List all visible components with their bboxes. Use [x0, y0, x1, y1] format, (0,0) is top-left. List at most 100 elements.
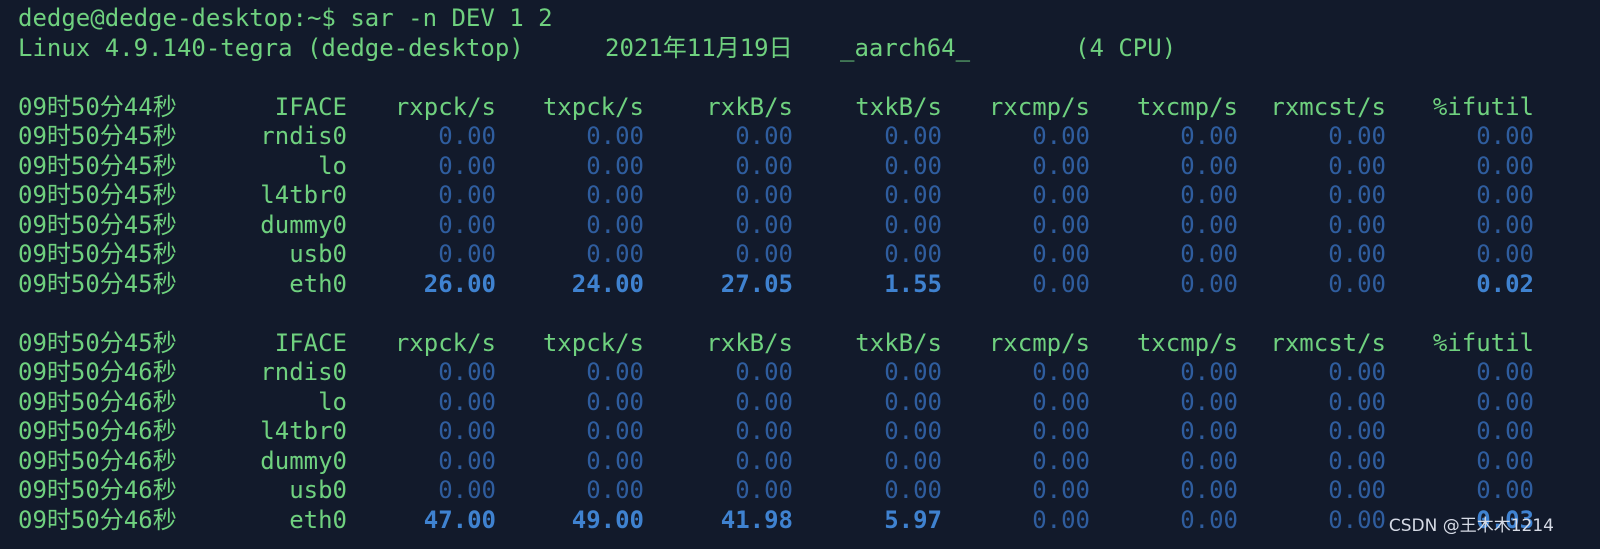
table-row: 09时50分45秒 dummy0 0.00 0.00 0.00 0.00 0.00 0.00 0… [18, 211, 1588, 241]
table-row: 09时50分46秒 dummy0 0.00 0.00 0.00 0.00 0.00 0.00 0… [18, 447, 1588, 477]
row-timestamp: 09时50分46秒 [18, 476, 177, 504]
metric-value: 0.00 [586, 417, 644, 445]
metric-value: 0.00 [1180, 240, 1238, 268]
metric-value: 0.00 [1328, 446, 1386, 475]
metric-value: 0.00 [1328, 151, 1386, 180]
metric-value: 0.00 [1328, 210, 1386, 239]
row-timestamp: 09时50分45秒 [18, 240, 177, 268]
metric-value: 0.00 [1032, 181, 1090, 209]
header-timestamp: 09时50分45秒 [18, 328, 177, 357]
date-info: 2021年11月19日 [605, 33, 793, 62]
metric-value: 0.00 [438, 446, 496, 475]
metric-value: 0.00 [586, 181, 644, 209]
metric-value: 0.00 [586, 446, 644, 475]
column-header: rxpck/s [394, 92, 496, 121]
table-header-row: 09时50分44秒 IFACE rxpck/s txpck/s rxkB/s txkB/s… [18, 93, 1588, 123]
table-row: 09时50分46秒 usb0 0.00 0.00 0.00 0.00 0.00 0.00 0.0… [18, 476, 1588, 506]
metric-value: 0.00 [1180, 387, 1238, 416]
metric-value: 0.00 [1032, 122, 1090, 150]
metric-value: 0.00 [1180, 122, 1238, 150]
row-timestamp: 09时50分45秒 [18, 151, 177, 180]
metric-value: 0.00 [735, 476, 793, 504]
stats-block-1: 09时50分44秒 IFACE rxpck/s txpck/s rxkB/s txkB/s… [18, 93, 1588, 300]
column-header: txcmp/s [1136, 328, 1238, 357]
column-header: rxmcst/s [1270, 328, 1386, 357]
metric-value: 41.98 [720, 505, 793, 534]
metric-value: 24.00 [571, 269, 644, 298]
metric-value: 0.00 [1032, 210, 1090, 239]
metric-value: 0.00 [586, 358, 644, 386]
interface-name: rndis0 [260, 358, 347, 386]
row-timestamp: 09时50分46秒 [18, 505, 177, 534]
row-timestamp: 09时50分46秒 [18, 446, 177, 475]
row-timestamp: 09时50分45秒 [18, 181, 177, 209]
row-timestamp: 09时50分46秒 [18, 387, 177, 416]
metric-value: 0.00 [1328, 181, 1386, 209]
interface-name: lo [318, 387, 347, 416]
header-timestamp: 09时50分44秒 [18, 92, 177, 121]
metric-value: 0.00 [586, 122, 644, 150]
table-row: 09时50分45秒 rndis0 0.00 0.00 0.00 0.00 0.00 0.00 0… [18, 122, 1588, 152]
column-header: rxmcst/s [1270, 92, 1386, 121]
metric-value: 0.00 [884, 417, 942, 445]
kernel-info: Linux 4.9.140-tegra (dedge-desktop) [18, 33, 524, 62]
metric-value: 0.00 [1180, 269, 1238, 298]
interface-name: l4tbr0 [260, 181, 347, 209]
metric-value: 0.00 [1180, 181, 1238, 209]
column-header: txpck/s [542, 328, 644, 357]
metric-value: 0.00 [735, 210, 793, 239]
row-timestamp: 09时50分45秒 [18, 210, 177, 239]
metric-value: 0.00 [1180, 358, 1238, 386]
metric-value: 0.00 [1328, 476, 1386, 504]
column-header: rxpck/s [394, 328, 496, 357]
column-header: IFACE [274, 92, 347, 121]
metric-value: 0.00 [1328, 269, 1386, 298]
metric-value: 0.00 [735, 151, 793, 180]
interface-name: eth0 [289, 269, 347, 298]
column-header: %ifutil [1432, 92, 1534, 121]
column-header: rxcmp/s [988, 328, 1090, 357]
table-row: 09时50分46秒 rndis0 0.00 0.00 0.00 0.00 0.00 0.00 0… [18, 358, 1588, 388]
column-header: txcmp/s [1136, 92, 1238, 121]
metric-value: 0.00 [1476, 476, 1534, 504]
metric-value: 0.00 [438, 240, 496, 268]
metric-value: 0.00 [884, 122, 942, 150]
metric-value: 0.00 [1476, 446, 1534, 475]
metric-value: 0.02 [1476, 269, 1534, 298]
interface-name: rndis0 [260, 122, 347, 150]
metric-value: 27.05 [720, 269, 793, 298]
metric-value: 0.00 [1032, 505, 1090, 534]
metric-value: 0.00 [735, 387, 793, 416]
metric-value: 0.00 [735, 122, 793, 150]
metric-value: 0.00 [586, 387, 644, 416]
metric-value: 0.00 [586, 240, 644, 268]
metric-value: 0.00 [735, 181, 793, 209]
interface-name: usb0 [289, 240, 347, 268]
metric-value: 0.00 [1032, 387, 1090, 416]
metric-value: 0.00 [438, 122, 496, 150]
metric-value: 0.00 [1476, 210, 1534, 239]
column-header: rxcmp/s [988, 92, 1090, 121]
metric-value: 0.00 [438, 358, 496, 386]
row-timestamp: 09时50分45秒 [18, 269, 177, 298]
metric-value: 0.00 [438, 151, 496, 180]
table-header-row: 09时50分45秒 IFACE rxpck/s txpck/s rxkB/s txkB/s… [18, 329, 1588, 359]
metric-value: 0.00 [1476, 181, 1534, 209]
terminal-window[interactable]: dedge@dedge-desktop:~$ sar -n DEV 1 2 Li… [18, 4, 1588, 535]
metric-value: 26.00 [423, 269, 496, 298]
column-header: %ifutil [1432, 328, 1534, 357]
metric-value: 0.00 [586, 210, 644, 239]
metric-value: 0.00 [1180, 446, 1238, 475]
metric-value: 49.00 [571, 505, 644, 534]
metric-value: 0.00 [1328, 387, 1386, 416]
metric-value: 0.00 [1180, 476, 1238, 504]
command-prompt: dedge@dedge-desktop:~$ sar -n DEV 1 2 [18, 4, 553, 32]
metric-value: 0.00 [1328, 417, 1386, 445]
metric-value: 0.00 [586, 476, 644, 504]
metric-value: 0.00 [1032, 358, 1090, 386]
column-header: txkB/s [855, 328, 942, 357]
metric-value: 0.00 [1032, 240, 1090, 268]
metric-value: 0.00 [1032, 269, 1090, 298]
metric-value: 0.00 [735, 417, 793, 445]
